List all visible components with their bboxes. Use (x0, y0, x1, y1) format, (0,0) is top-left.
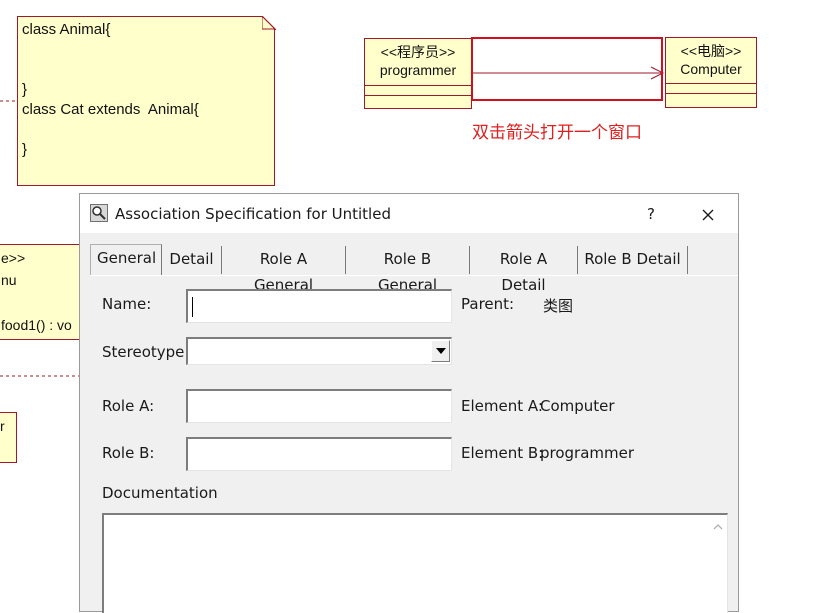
stereotype-label: Stereotype: (102, 343, 190, 361)
hint-annotation: 双击箭头打开一个窗口 (472, 123, 642, 143)
help-button[interactable]: ? (640, 203, 662, 225)
scroll-up-arrow-icon (713, 524, 723, 530)
element-a-label: Element A: (461, 397, 543, 415)
tab-strip: General Detail Role A General Role B Gen… (90, 244, 738, 294)
stereotype-select[interactable] (186, 337, 452, 365)
association-selection-box[interactable] (471, 37, 663, 101)
documentation-scrollbar[interactable] (710, 515, 727, 613)
class-partial[interactable]: e>> nu food1() : vo (0, 244, 80, 340)
association-specification-dialog[interactable]: Association Specification for Untitled ?… (79, 193, 739, 613)
element-b-label: Element B: (461, 444, 544, 462)
chevron-down-icon[interactable] (431, 340, 450, 362)
dialog-title: Association Specification for Untitled (115, 205, 391, 223)
parent-label: Parent: (461, 295, 515, 313)
parent-value: 类图 (543, 297, 574, 315)
magnifier-icon (90, 204, 108, 222)
role-b-label: Role B: (102, 444, 155, 462)
class-stereotype: e>> (1, 250, 26, 266)
name-input[interactable] (186, 289, 452, 323)
documentation-label: Documentation (102, 484, 218, 502)
element-a-value: Computer (540, 397, 615, 415)
role-a-input[interactable] (186, 389, 452, 423)
tab-divider (90, 275, 738, 276)
tab-role-b-detail[interactable]: Role B Detail (578, 246, 688, 274)
class-name: nu (1, 272, 17, 288)
text-caret (192, 297, 193, 317)
role-a-label: Role A: (102, 397, 155, 415)
tab-role-b-general[interactable]: Role B General (346, 246, 470, 294)
dialog-titlebar[interactable]: Association Specification for Untitled ? (80, 194, 738, 233)
class-operation: food1() : vo (1, 317, 72, 333)
documentation-textarea[interactable] (102, 513, 728, 613)
element-b-value: programmer (540, 444, 635, 462)
tab-role-a-general[interactable]: Role A General (222, 246, 346, 294)
name-label: Name: (102, 295, 152, 313)
close-icon[interactable] (696, 203, 720, 227)
class-name: r (0, 418, 5, 434)
role-b-input[interactable] (186, 437, 452, 471)
tab-detail[interactable]: Detail (162, 246, 222, 274)
class-partial-2[interactable]: r (0, 412, 17, 463)
tab-general[interactable]: General (90, 244, 162, 276)
tab-role-a-detail[interactable]: Role A Detail (470, 246, 578, 294)
